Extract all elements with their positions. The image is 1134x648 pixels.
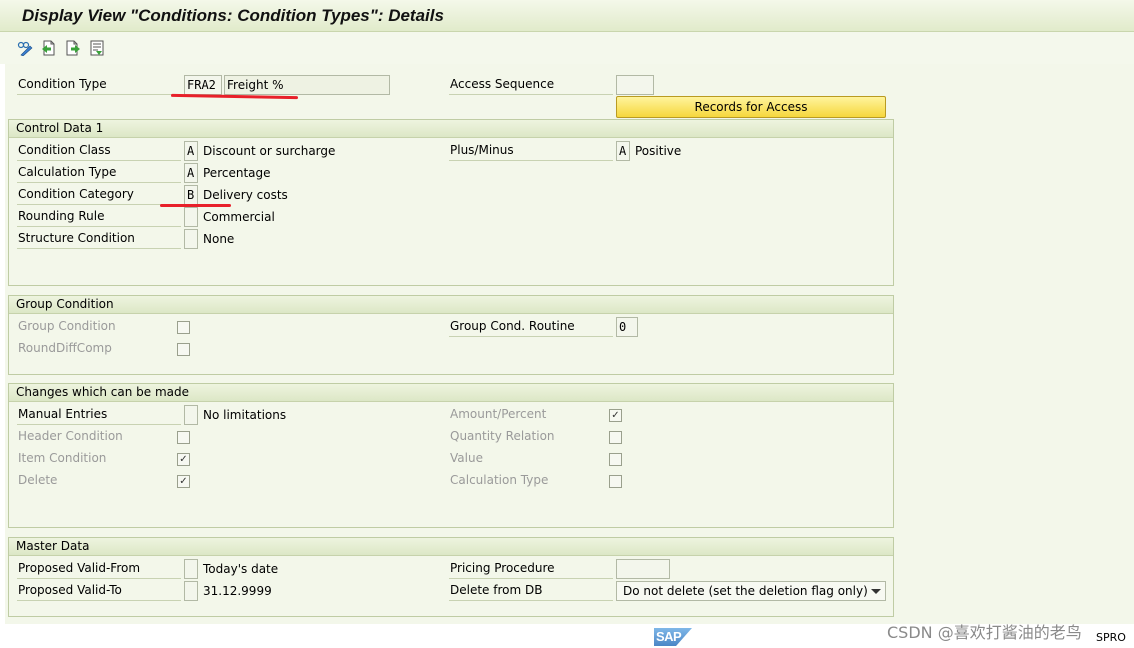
- quantity-relation-checkbox[interactable]: [609, 431, 622, 444]
- value-label: Value: [450, 451, 483, 465]
- application-toolbar: [0, 32, 1134, 64]
- plus-minus-text: Positive: [635, 144, 682, 158]
- manual-entries-text: No limitations: [203, 408, 287, 422]
- header-condition-label: Header Condition: [18, 429, 123, 443]
- records-for-access-button[interactable]: Records for Access: [616, 96, 886, 118]
- calculation-type-change-label: Calculation Type: [450, 473, 549, 487]
- quantity-relation-label: Quantity Relation: [450, 429, 555, 443]
- delete-from-db-dropdown[interactable]: Do not delete (set the deletion flag onl…: [616, 581, 886, 601]
- transaction-code: SPRO: [1096, 631, 1126, 644]
- access-sequence-field[interactable]: [616, 75, 654, 95]
- pricing-procedure-label: Pricing Procedure: [449, 559, 613, 579]
- structure-condition-text: None: [203, 232, 235, 246]
- proposed-valid-to-label: Proposed Valid-To: [17, 581, 181, 601]
- amount-percent-label: Amount/Percent: [450, 407, 547, 421]
- group-condition-title: Group Condition: [9, 296, 893, 314]
- delete-label: Delete: [18, 473, 58, 487]
- group-condition-label: Group Condition: [18, 319, 116, 333]
- structure-condition-label: Structure Condition: [17, 229, 181, 249]
- condition-class-field[interactable]: A: [184, 141, 198, 161]
- calculation-type-change-checkbox[interactable]: [609, 475, 622, 488]
- proposed-valid-from-label: Proposed Valid-From: [17, 559, 181, 579]
- changes-title: Changes which can be made: [9, 384, 893, 402]
- item-condition-label: Item Condition: [18, 451, 107, 465]
- value-checkbox[interactable]: [609, 453, 622, 466]
- condition-category-text: Delivery costs: [203, 188, 288, 202]
- watermark-text: CSDN @喜欢打酱油的老鸟: [887, 623, 1082, 642]
- plus-minus-field[interactable]: A: [616, 141, 630, 161]
- condition-class-text: Discount or surcharge: [203, 144, 336, 158]
- condition-type-code-field[interactable]: FRA2: [184, 75, 222, 95]
- proposed-valid-to-field[interactable]: [184, 581, 198, 601]
- group-cond-routine-label: Group Cond. Routine: [449, 317, 613, 337]
- proposed-valid-to-text: 31.12.9999: [203, 584, 272, 598]
- previous-entry-icon[interactable]: [41, 40, 57, 56]
- rounding-rule-field[interactable]: [184, 207, 198, 227]
- condition-type-description-field: Freight %: [224, 75, 390, 95]
- round-diff-comp-checkbox[interactable]: [177, 343, 190, 356]
- round-diff-comp-label: RoundDiffComp: [18, 341, 112, 355]
- condition-type-label: Condition Type: [17, 75, 181, 95]
- calculation-type-label: Calculation Type: [17, 163, 181, 183]
- rounding-rule-label: Rounding Rule: [17, 207, 181, 227]
- display-change-icon[interactable]: [17, 40, 33, 56]
- control-data-title: Control Data 1: [9, 120, 893, 138]
- calculation-type-field[interactable]: A: [184, 163, 198, 183]
- proposed-valid-from-text: Today's date: [203, 562, 279, 576]
- chevron-down-icon[interactable]: [871, 589, 881, 594]
- rounding-rule-text: Commercial: [203, 210, 275, 224]
- title-bar: Display View "Conditions: Condition Type…: [0, 0, 1134, 32]
- condition-category-label: Condition Category: [17, 185, 181, 205]
- header-condition-checkbox[interactable]: [177, 431, 190, 444]
- manual-entries-label: Manual Entries: [17, 405, 181, 425]
- condition-class-label: Condition Class: [17, 141, 181, 161]
- window-title: Display View "Conditions: Condition Type…: [22, 6, 444, 25]
- next-entry-icon[interactable]: [65, 40, 81, 56]
- group-cond-routine-field[interactable]: 0: [616, 317, 638, 337]
- structure-condition-field[interactable]: [184, 229, 198, 249]
- variable-list-icon[interactable]: [89, 40, 105, 56]
- manual-entries-field[interactable]: [184, 405, 198, 425]
- master-data-title: Master Data: [9, 538, 893, 556]
- access-sequence-label: Access Sequence: [449, 75, 613, 95]
- pricing-procedure-field[interactable]: [616, 559, 670, 579]
- plus-minus-label: Plus/Minus: [449, 141, 613, 161]
- delete-checkbox[interactable]: ✓: [177, 475, 190, 488]
- condition-category-field[interactable]: B: [184, 185, 198, 205]
- group-condition-checkbox[interactable]: [177, 321, 190, 334]
- calculation-type-text: Percentage: [203, 166, 271, 180]
- item-condition-checkbox[interactable]: ✓: [177, 453, 190, 466]
- delete-from-db-label: Delete from DB: [449, 581, 613, 601]
- amount-percent-checkbox[interactable]: ✓: [609, 409, 622, 422]
- delete-from-db-value: Do not delete (set the deletion flag onl…: [623, 584, 868, 598]
- proposed-valid-from-field[interactable]: [184, 559, 198, 579]
